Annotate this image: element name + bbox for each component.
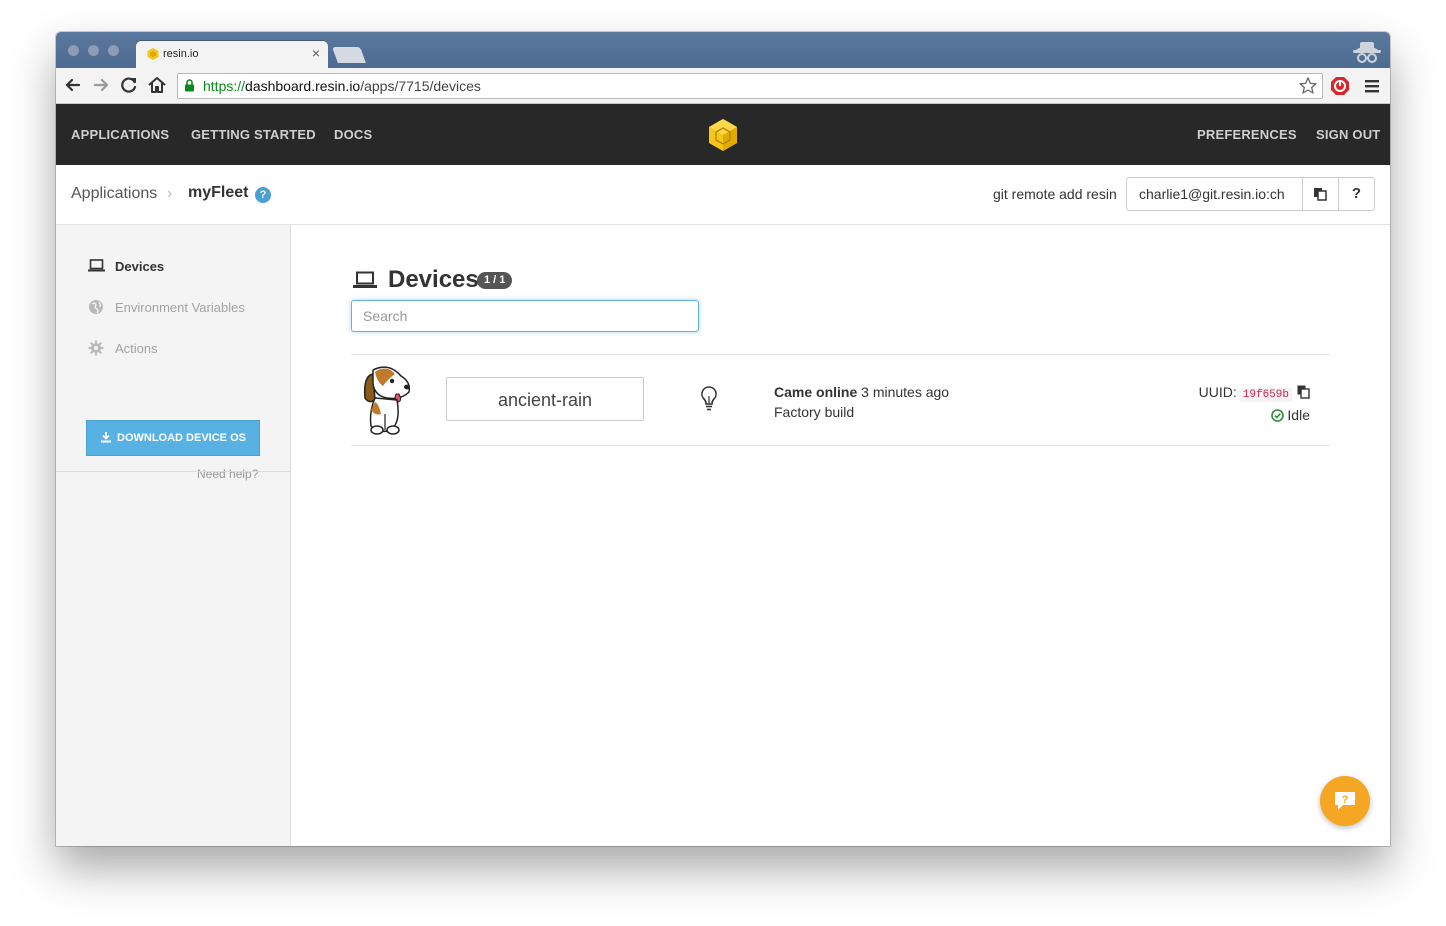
- breadcrumb-bar: Applications › myFleet ? git remote add …: [56, 165, 1390, 225]
- home-icon: [148, 77, 166, 93]
- device-count-badge: 1 / 1: [477, 272, 513, 289]
- device-row[interactable]: ancient-rain Came online 3 minutes ago F…: [351, 355, 1330, 445]
- search-input[interactable]: [351, 300, 699, 332]
- browser-tab[interactable]: resin.io ×: [136, 41, 328, 68]
- download-device-os-button[interactable]: DOWNLOAD DEVICE OS: [86, 420, 260, 456]
- chevron-right-icon: ›: [167, 185, 173, 202]
- minimize-window-button[interactable]: [88, 45, 99, 56]
- close-window-button[interactable]: [68, 45, 79, 56]
- git-remote-label: git remote add resin: [993, 186, 1117, 202]
- laptop-icon: [88, 259, 105, 272]
- app-header: APPLICATIONS GETTING STARTED DOCS PREFER…: [56, 104, 1390, 165]
- sidebar-item-label: Devices: [115, 259, 165, 274]
- need-help-link[interactable]: Need help?: [197, 467, 258, 481]
- page-title-text: Devices: [388, 266, 479, 293]
- list-divider: [351, 445, 1330, 446]
- browser-window: resin.io × https://dashboard.resin.io/ap…: [56, 32, 1390, 846]
- device-build: Factory build: [774, 404, 855, 420]
- adblock-extension-icon[interactable]: [1330, 76, 1350, 96]
- sidebar-divider: [56, 471, 290, 472]
- sidebar: Devices Environment Variables Actions DO…: [56, 225, 291, 846]
- forward-arrow-icon: [93, 78, 109, 92]
- breadcrumb-current-app: myFleet: [188, 184, 249, 201]
- resin-favicon-icon: [147, 48, 159, 60]
- zoom-window-button[interactable]: [108, 45, 119, 56]
- git-help-button[interactable]: ?: [1337, 178, 1374, 210]
- git-remote-field[interactable]: charlie1@git.resin.io:ch: [1127, 178, 1302, 210]
- globe-icon: [89, 300, 103, 314]
- nav-getting-started[interactable]: GETTING STARTED: [191, 104, 316, 165]
- device-status: Came online 3 minutes ago Factory build: [774, 382, 949, 422]
- uuid-label: UUID:: [1198, 384, 1237, 400]
- breadcrumb-applications[interactable]: Applications: [71, 185, 157, 203]
- uuid-value: 19f659b: [1239, 388, 1292, 402]
- tab-title: resin.io: [163, 48, 199, 60]
- check-circle-icon: [1271, 409, 1285, 422]
- url-text: https://dashboard.resin.io/apps/7715/dev…: [203, 78, 481, 94]
- home-button[interactable]: [146, 74, 168, 96]
- nav-sign-out[interactable]: SIGN OUT: [1316, 104, 1380, 165]
- resin-logo-icon[interactable]: [706, 118, 740, 152]
- download-label: DOWNLOAD DEVICE OS: [117, 432, 246, 444]
- nav-preferences[interactable]: PREFERENCES: [1197, 104, 1297, 165]
- back-arrow-icon: [65, 78, 81, 92]
- nav-applications[interactable]: APPLICATIONS: [71, 104, 169, 165]
- browser-menu-icon[interactable]: [1362, 76, 1382, 96]
- sidebar-item-label: Environment Variables: [115, 300, 245, 315]
- browser-tab-strip: resin.io ×: [56, 32, 1390, 68]
- device-name-button[interactable]: ancient-rain: [446, 377, 644, 421]
- bookmark-star-icon[interactable]: [1298, 76, 1318, 96]
- svg-text:?: ?: [1342, 794, 1349, 806]
- forward-button[interactable]: [90, 74, 112, 96]
- gear-icon: [88, 340, 104, 356]
- copy-git-remote-button[interactable]: [1301, 178, 1338, 210]
- chat-help-icon: ?: [1335, 792, 1355, 810]
- status-time: 3 minutes ago: [861, 384, 950, 400]
- copy-icon: [1314, 188, 1328, 201]
- nav-docs[interactable]: DOCS: [334, 104, 372, 165]
- browser-toolbar: https://dashboard.resin.io/apps/7715/dev…: [56, 68, 1390, 104]
- beagle-avatar-icon: [363, 366, 411, 435]
- lock-icon: [185, 79, 194, 92]
- device-state: Idle: [1287, 407, 1310, 423]
- sidebar-item-label: Actions: [115, 341, 158, 356]
- back-button[interactable]: [62, 74, 84, 96]
- reload-button[interactable]: [118, 74, 140, 96]
- device-uuid-block: UUID: 19f659b Idle: [1199, 382, 1310, 425]
- reload-icon: [121, 77, 137, 93]
- incognito-icon: [1353, 42, 1381, 63]
- copy-uuid-icon[interactable]: [1297, 385, 1310, 399]
- status-online-label: Came online: [774, 384, 858, 400]
- app-help-icon[interactable]: ?: [255, 187, 271, 203]
- download-icon: [101, 432, 112, 443]
- git-remote-group: charlie1@git.resin.io:ch ?: [1126, 177, 1375, 211]
- identify-lightbulb-icon[interactable]: [700, 385, 718, 413]
- address-bar[interactable]: https://dashboard.resin.io/apps/7715/dev…: [177, 73, 1323, 99]
- support-chat-button[interactable]: ?: [1320, 776, 1370, 826]
- new-tab-button[interactable]: [332, 47, 366, 63]
- close-tab-icon[interactable]: ×: [312, 45, 320, 61]
- laptop-icon: [353, 271, 377, 288]
